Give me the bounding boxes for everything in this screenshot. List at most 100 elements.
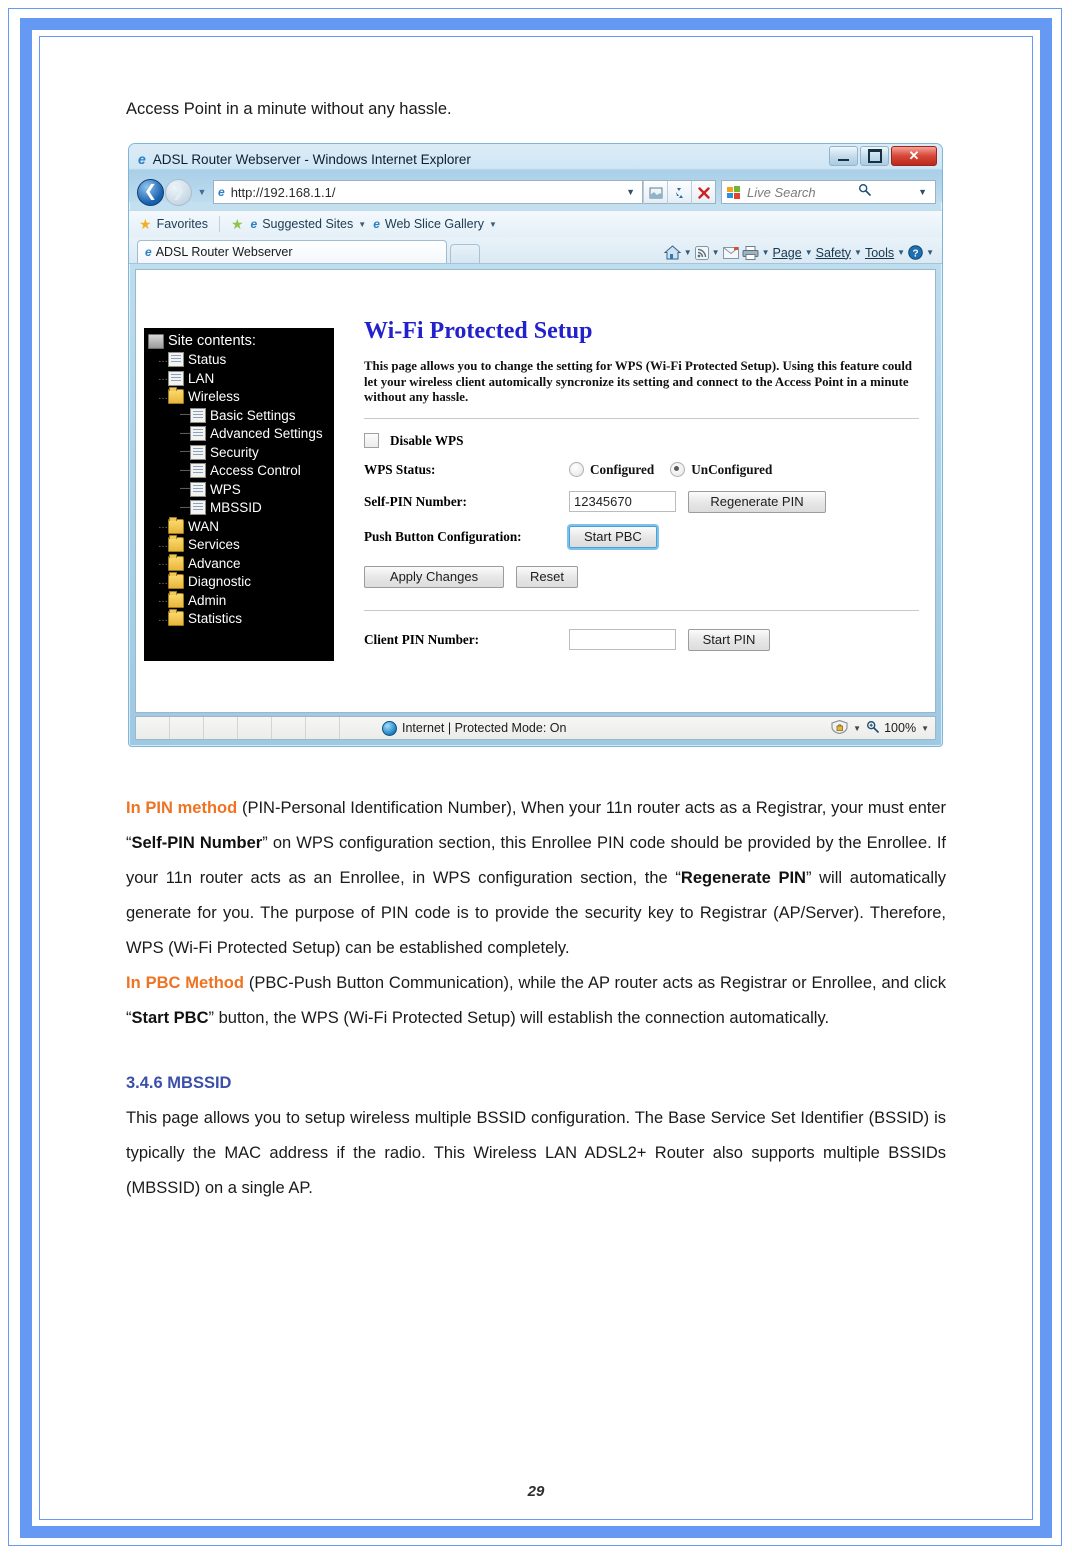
favorites-button[interactable]: ★ Favorites xyxy=(139,217,208,231)
chevron-down-icon[interactable]: ▼ xyxy=(762,248,770,257)
radio-unconfigured[interactable] xyxy=(670,462,686,477)
sidebar-item-status[interactable]: … Status xyxy=(144,351,334,370)
tab-favicon-icon: e xyxy=(145,245,152,259)
tree-root-label: Site contents: xyxy=(168,333,256,350)
page-number: 29 xyxy=(527,1483,545,1500)
favorites-add-icon[interactable]: ★ xyxy=(231,217,244,231)
client-pin-label: Client PIN Number: xyxy=(364,631,480,647)
help-button[interactable]: ? ▼ xyxy=(908,245,934,260)
sidebar-item-access-control[interactable]: — Access Control xyxy=(144,462,334,481)
address-bar-url: http://192.168.1.1/ xyxy=(230,184,336,200)
sidebar-item-diagnostic[interactable]: … Diagnostic xyxy=(144,572,334,592)
sidebar-item-wps[interactable]: — WPS xyxy=(144,480,334,499)
security-zone-indicator[interactable]: Internet | Protected Mode: On xyxy=(382,720,566,736)
recent-pages-dropdown-icon[interactable]: ▼ xyxy=(194,187,210,197)
feeds-button[interactable]: ▼ xyxy=(694,245,720,260)
start-pbc-button[interactable]: Start PBC xyxy=(569,525,657,548)
chevron-down-icon[interactable]: ▼ xyxy=(921,724,929,733)
menu-page[interactable]: Page ▼ xyxy=(772,246,812,260)
sidebar-item-lan[interactable]: … LAN xyxy=(144,369,334,388)
sidebar-item-advance[interactable]: … Advance xyxy=(144,553,334,573)
refresh-icon[interactable] xyxy=(667,181,691,205)
sidebar-item-statistics[interactable]: … Statistics xyxy=(144,609,334,629)
disable-wps-checkbox[interactable] xyxy=(364,433,379,448)
sidebar-item-wan[interactable]: … WAN xyxy=(144,516,334,536)
start-pin-button[interactable]: Start PIN xyxy=(688,628,770,651)
tab-adsl-router-webserver[interactable]: e ADSL Router Webserver xyxy=(137,240,447,263)
pin-method-bold-1: Self-PIN Number xyxy=(131,834,263,852)
browser-navigation-bar: ❮ ❯ ▼ e http://192.168.1.1/ ▼ Live Searc… xyxy=(129,174,942,210)
menu-safety[interactable]: Safety ▼ xyxy=(816,246,862,260)
sidebar-item-advanced-settings[interactable]: — Advanced Settings xyxy=(144,425,334,444)
print-button[interactable]: ▼ xyxy=(742,245,770,260)
menu-tools[interactable]: Tools ▼ xyxy=(865,246,905,260)
pbc-method-lead: In PBC Method xyxy=(126,974,244,992)
menu-tools-label: Tools xyxy=(864,245,895,260)
address-bar[interactable]: e http://192.168.1.1/ ▼ xyxy=(213,180,643,204)
sidebar-item-wireless[interactable]: … Wireless xyxy=(144,387,334,407)
page-title: Wi-Fi Protected Setup xyxy=(364,318,593,344)
chevron-down-icon[interactable]: ▼ xyxy=(712,248,720,257)
book-icon xyxy=(148,333,164,349)
web-slice-gallery-button[interactable]: e Web Slice Gallery ▼ xyxy=(373,217,497,231)
search-icon[interactable] xyxy=(858,183,872,201)
maximize-button[interactable] xyxy=(860,146,889,166)
svg-text:?: ? xyxy=(913,248,919,259)
chevron-down-icon[interactable]: ▼ xyxy=(684,248,692,257)
wps-status-option-configured[interactable]: Configured xyxy=(569,462,654,478)
sidebar-item-label: Access Control xyxy=(210,463,301,479)
chevron-down-icon[interactable]: ▼ xyxy=(897,248,905,257)
read-mail-button[interactable] xyxy=(722,246,739,259)
address-dropdown-icon[interactable]: ▼ xyxy=(622,187,639,197)
radio-configured[interactable] xyxy=(569,462,584,477)
web-slice-label: Web Slice Gallery xyxy=(384,217,484,231)
suggested-sites-button[interactable]: e Suggested Sites ▼ xyxy=(251,217,367,231)
regenerate-pin-button[interactable]: Regenerate PIN xyxy=(688,490,826,513)
push-button-configuration-label: Push Button Configuration: xyxy=(364,528,522,544)
forward-button[interactable]: ❯ xyxy=(165,178,192,206)
favorites-separator xyxy=(218,216,220,232)
chevron-down-icon[interactable]: ▼ xyxy=(358,220,366,229)
folder-icon xyxy=(168,553,184,571)
protected-mode-icon[interactable] xyxy=(831,719,848,737)
window-controls: ✕ xyxy=(829,146,939,166)
stop-icon[interactable] xyxy=(691,181,715,205)
sidebar-item-services[interactable]: … Services xyxy=(144,535,334,555)
wps-status-option-unconfigured[interactable]: UnConfigured xyxy=(670,462,772,478)
client-pin-input[interactable] xyxy=(569,629,676,650)
apply-changes-button[interactable]: Apply Changes xyxy=(364,565,504,588)
search-box[interactable]: Live Search ▼ xyxy=(721,180,936,204)
sidebar-item-label: Diagnostic xyxy=(188,574,252,590)
internet-explorer-icon: e xyxy=(138,151,146,167)
sidebar-item-mbssid[interactable]: — MBSSID xyxy=(144,499,334,518)
chevron-down-icon[interactable]: ▼ xyxy=(489,220,497,229)
folder-icon xyxy=(168,572,184,590)
sidebar-item-admin[interactable]: … Admin xyxy=(144,590,334,610)
sidebar-item-basic-settings[interactable]: — Basic Settings xyxy=(144,406,334,425)
favorites-bar: ★ Favorites ★ e Suggested Sites ▼ e Web … xyxy=(129,210,942,237)
search-dropdown-icon[interactable]: ▼ xyxy=(914,187,931,197)
minimize-button[interactable] xyxy=(829,146,858,166)
self-pin-input[interactable]: 12345670 xyxy=(569,491,676,512)
star-icon: ★ xyxy=(139,216,152,232)
zoom-icon[interactable] xyxy=(866,720,879,736)
new-tab-button[interactable] xyxy=(450,244,480,263)
chevron-down-icon[interactable]: ▼ xyxy=(805,248,813,257)
home-button[interactable]: ▼ xyxy=(663,245,692,260)
radio-configured-label: Configured xyxy=(590,461,655,477)
back-button[interactable]: ❮ xyxy=(137,178,164,206)
close-button[interactable]: ✕ xyxy=(891,146,937,166)
reset-button[interactable]: Reset xyxy=(516,565,578,588)
chevron-down-icon[interactable]: ▼ xyxy=(926,248,934,257)
window-title: ADSL Router Webserver - Windows Internet… xyxy=(152,151,471,167)
folder-icon xyxy=(168,590,184,608)
chevron-down-icon[interactable]: ▼ xyxy=(854,248,862,257)
suggested-sites-icon: e xyxy=(250,217,258,231)
sidebar-item-security[interactable]: — Security xyxy=(144,443,334,462)
compatibility-view-icon[interactable] xyxy=(643,181,667,205)
sidebar-item-label: Basic Settings xyxy=(210,407,296,423)
chevron-down-icon[interactable]: ▼ xyxy=(853,724,861,733)
client-pin-row: Client PIN Number: Start PIN xyxy=(364,628,919,651)
pin-method-bold-2: Regenerate PIN xyxy=(680,869,806,887)
pin-method-lead: In PIN method xyxy=(126,799,238,817)
